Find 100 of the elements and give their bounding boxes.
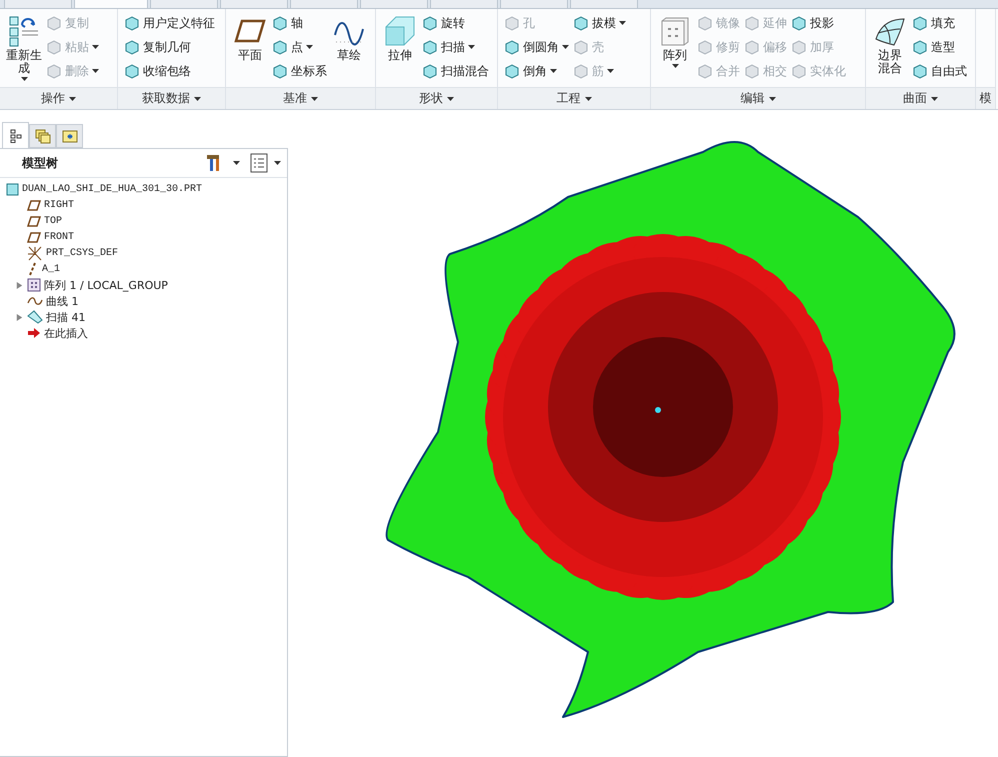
ribbon-button[interactable]: 坐标系 — [272, 59, 327, 83]
tree-item[interactable]: 扫描 41 — [46, 310, 86, 324]
tree-item[interactable]: A_1 — [42, 264, 60, 274]
menu-tab[interactable] — [220, 0, 288, 9]
ribbon-button[interactable]: 造型 — [912, 35, 967, 59]
tool-icon — [124, 39, 140, 55]
ribbon-button[interactable]: 倒圆角 — [504, 35, 569, 59]
group-label[interactable]: 基准 — [226, 87, 375, 109]
tool-icon — [46, 39, 62, 55]
ribbon-button[interactable]: 平面 — [232, 11, 268, 87]
plane-icon — [27, 232, 41, 242]
tool-icon — [422, 15, 438, 31]
tool-icon — [504, 63, 520, 79]
tree-item[interactable]: FRONT — [44, 232, 74, 242]
curve-icon — [27, 296, 43, 306]
ribbon-button[interactable]: 轴 — [272, 11, 327, 35]
ribbon-button[interactable]: 填充 — [912, 11, 967, 35]
tool-icon — [573, 63, 589, 79]
plane-icon — [27, 216, 41, 226]
coordinate-system-icon — [27, 246, 43, 260]
tool-icon — [272, 15, 288, 31]
ribbon-button[interactable]: 扫描 — [422, 35, 489, 59]
group-label[interactable]: 编辑 — [651, 87, 865, 109]
tool-icon — [573, 15, 589, 31]
tool-icon — [791, 39, 807, 55]
tool-icon — [422, 39, 438, 55]
panel-title: 模型树 — [22, 154, 59, 172]
tool-icon — [912, 39, 928, 55]
tool-icon — [912, 15, 928, 31]
ribbon-button[interactable]: 重新生成 — [6, 11, 42, 87]
folder-icon — [62, 129, 78, 143]
menu-tab[interactable] — [570, 0, 638, 9]
ribbon-button[interactable]: 投影 — [791, 11, 846, 35]
tool-icon — [912, 63, 928, 79]
group-label[interactable]: 工程 — [498, 87, 650, 109]
tool-icon — [46, 15, 62, 31]
sweep-icon — [27, 310, 43, 324]
tool-icon — [46, 63, 62, 79]
tree-item[interactable]: DUAN_LAO_SHI_DE_HUA_301_30.PRT — [22, 184, 202, 194]
ribbon-button[interactable]: 点 — [272, 35, 327, 59]
tool-icon — [573, 39, 589, 55]
cube-icon — [659, 15, 691, 47]
menu-tab[interactable] — [430, 0, 498, 9]
ribbon-button[interactable]: 扫描混合 — [422, 59, 489, 83]
ribbon-button[interactable]: 拉伸 — [382, 11, 418, 87]
expand-arrow-icon[interactable] — [16, 312, 22, 322]
tool-icon — [744, 39, 760, 55]
ribbon-button[interactable]: 自由式 — [912, 59, 967, 83]
group-label[interactable]: 操作 — [0, 87, 117, 109]
expand-arrow-icon[interactable] — [16, 280, 22, 290]
tree-item[interactable]: TOP — [44, 216, 62, 226]
regenerate-icon — [8, 15, 40, 47]
ribbon-button[interactable]: 复制几何 — [124, 35, 215, 59]
axis-icon — [27, 262, 39, 276]
ribbon-button[interactable]: 边界混合 — [872, 11, 908, 87]
tree-icon — [10, 128, 22, 142]
tool-icon — [124, 15, 140, 31]
pattern-icon — [27, 278, 41, 292]
ribbon-button[interactable]: 阵列 — [657, 11, 693, 87]
tree-item[interactable]: RIGHT — [44, 200, 74, 210]
tool-icon — [697, 15, 713, 31]
ribbon-button[interactable]: 收缩包络 — [124, 59, 215, 83]
panel-tab[interactable] — [2, 122, 29, 148]
tool-icon — [791, 15, 807, 31]
tool-icon — [422, 63, 438, 79]
tree-item[interactable]: 曲线 1 — [46, 294, 78, 308]
ribbon-button[interactable]: 用户定义特征 — [124, 11, 215, 35]
menu-tab[interactable] — [360, 0, 428, 9]
menu-tab[interactable] — [500, 0, 568, 9]
tree-item[interactable]: PRT_CSYS_DEF — [46, 248, 118, 258]
menu-tab[interactable] — [4, 0, 72, 9]
menu-tab[interactable] — [290, 0, 358, 9]
tree-item[interactable]: 在此插入 — [44, 326, 88, 340]
ribbon-button[interactable]: 拔模 — [573, 11, 626, 35]
tool-icon — [791, 63, 807, 79]
plane-icon — [27, 200, 41, 210]
caret-icon — [274, 161, 281, 165]
tool-icon — [124, 63, 140, 79]
tool-icon — [504, 39, 520, 55]
arrow-icon — [27, 327, 41, 339]
tool-icon — [272, 63, 288, 79]
group-label[interactable]: 获取数据 — [118, 87, 225, 109]
menu-tab[interactable] — [150, 0, 218, 9]
group-label[interactable]: 模 — [976, 87, 995, 109]
group-label[interactable]: 曲面 — [866, 87, 975, 109]
ribbon-button[interactable]: 草绘 — [331, 11, 367, 87]
list-icon[interactable] — [250, 153, 268, 173]
tool-icon — [697, 39, 713, 55]
part-icon — [6, 182, 19, 196]
caret-icon — [233, 161, 240, 165]
menu-tab[interactable] — [74, 0, 148, 8]
tool-icon — [504, 15, 520, 31]
box-icon — [384, 15, 416, 47]
group-label[interactable]: 形状 — [376, 87, 497, 109]
ribbon-button[interactable]: 旋转 — [422, 11, 489, 35]
folders-icon — [34, 128, 50, 144]
tool-icon — [272, 39, 288, 55]
tool-icon — [744, 63, 760, 79]
tree-item[interactable]: 阵列 1 / LOCAL_GROUP — [44, 278, 168, 292]
ribbon-button[interactable]: 倒角 — [504, 59, 569, 83]
